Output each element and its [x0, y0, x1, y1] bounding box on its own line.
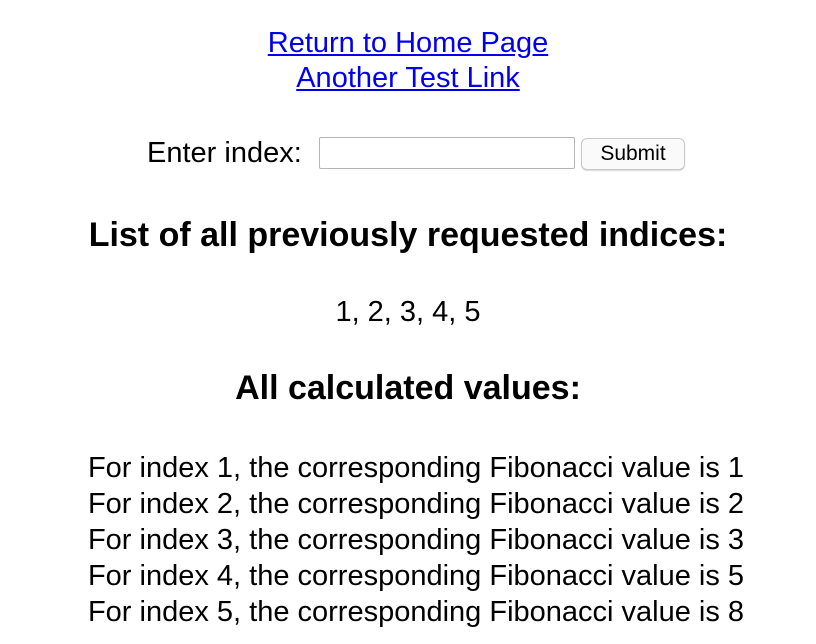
test-link[interactable]: Another Test Link	[296, 62, 520, 94]
list-item: For index 1, the corresponding Fibonacci…	[87, 452, 745, 484]
list-item: For index 4, the corresponding Fibonacci…	[87, 560, 745, 592]
list-item: For index 5, the corresponding Fibonacci…	[87, 596, 745, 628]
list-item: For index 3, the corresponding Fibonacci…	[87, 524, 745, 556]
index-form: Enter index: Submit	[0, 134, 816, 174]
page: Return to Home Page Another Test Link En…	[0, 0, 816, 644]
indices-heading: List of all previously requested indices…	[88, 216, 728, 254]
submit-button[interactable]: Submit	[581, 138, 685, 170]
indices-list: 1, 2, 3, 4, 5	[335, 296, 481, 328]
values-list: For index 1, the corresponding Fibonacci…	[0, 450, 816, 630]
index-input[interactable]	[319, 137, 575, 169]
home-link[interactable]: Return to Home Page	[268, 27, 548, 59]
values-heading: All calculated values:	[235, 369, 581, 407]
nav-links: Return to Home Page Another Test Link	[0, 26, 816, 96]
list-item: For index 2, the corresponding Fibonacci…	[87, 488, 745, 520]
index-label: Enter index:	[147, 137, 302, 169]
